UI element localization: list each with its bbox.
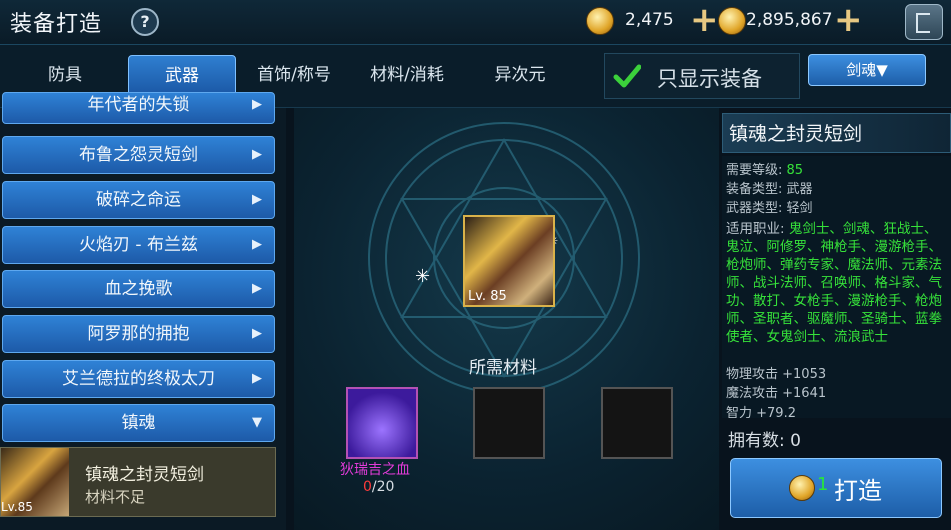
weapon-slot[interactable]: Lv. 85 [463, 215, 555, 307]
weapon-level: Lv. 85 [468, 289, 507, 304]
chevron-right-icon: ▶ [252, 237, 262, 252]
tab-armor[interactable]: 防具 [10, 55, 120, 95]
selected-recipe-item[interactable]: Lv.85 镇魂之封灵短剑 材料不足 [0, 447, 276, 517]
equipment-type: 装备类型: 武器 [726, 182, 813, 197]
help-icon[interactable]: ? [131, 8, 159, 36]
craft-cost: 1 [817, 474, 829, 495]
list-item[interactable]: 艾兰德拉的终极太刀 ▶ [2, 360, 275, 398]
coin-icon [718, 7, 746, 35]
weapon-type: 武器类型: 轻剑 [726, 201, 813, 216]
material-slot-empty [601, 387, 673, 459]
required-materials-label: 所需材料 [469, 358, 537, 378]
top-bar: 装备打造 ? 2,475 + 2,895,867 + [0, 0, 951, 45]
show-only-equipment-toggle[interactable]: 只显示装备 [604, 53, 800, 99]
craft-button-label: 打造 [834, 477, 882, 505]
chevron-right-icon: ▶ [252, 192, 262, 207]
chevron-right-icon: ▶ [252, 281, 262, 296]
gold-coin-icon [586, 7, 614, 35]
tab-material-consumable[interactable]: 材料/消耗 [352, 55, 462, 95]
craft-button[interactable]: 1 打造 [730, 458, 942, 518]
magic-attack: 魔法攻击 +1641 [726, 386, 827, 401]
sparkle-icon: ✳ [415, 266, 431, 287]
item-detail-panel: 需要等级: 85 装备类型: 武器 武器类型: 轻剑 适用职业: 鬼剑士、剑魂、… [722, 156, 951, 418]
chevron-down-icon: ▼ [252, 415, 262, 430]
page-title: 装备打造 [10, 12, 103, 37]
required-level: 需要等级: 85 [726, 163, 804, 178]
coin-amount: 2,895,867 [746, 10, 833, 30]
material-slot-empty [473, 387, 545, 459]
owned-count: 拥有数: 0 [728, 431, 801, 451]
selected-item-status: 材料不足 [85, 488, 146, 506]
selected-item-name: 镇魂之封灵短剑 [85, 465, 204, 485]
weapon-thumbnail: Lv.85 [1, 448, 69, 516]
crafting-area: ✳ ✳ Lv. 85 所需材料 狄瑞吉之血 0/20 [294, 108, 719, 530]
material-slot[interactable] [346, 387, 418, 459]
list-item[interactable]: 血之挽歌 ▶ [2, 270, 275, 308]
tab-weapon[interactable]: 武器 [128, 55, 236, 97]
list-item[interactable]: 年代者的失锁 ▶ [2, 92, 275, 124]
list-item[interactable]: 镇魂 ▼ [2, 404, 275, 442]
list-item[interactable]: 阿罗那的拥抱 ▶ [2, 315, 275, 353]
list-item[interactable]: 布鲁之怨灵短剑 ▶ [2, 136, 275, 174]
physical-attack: 物理攻击 +1053 [726, 367, 827, 382]
coin-icon [789, 475, 815, 501]
chevron-right-icon: ▶ [252, 147, 262, 162]
add-coin-button[interactable]: + [834, 3, 863, 37]
intelligence-stat: 智力 +79.2 [726, 406, 796, 418]
list-item[interactable]: 火焰刃 - 布兰兹 ▶ [2, 226, 275, 264]
chevron-right-icon: ▶ [252, 371, 262, 386]
item-detail-title: 镇魂之封灵短剑 [722, 113, 951, 153]
material-name: 狄瑞吉之血 [340, 462, 410, 478]
add-gold-button[interactable]: + [690, 3, 719, 37]
checkmark-icon [613, 64, 641, 88]
exit-icon[interactable] [905, 4, 943, 40]
list-item[interactable]: 破碎之命运 ▶ [2, 181, 275, 219]
class-dropdown[interactable]: 剑魂▼ [808, 54, 926, 86]
tab-other-dimension[interactable]: 异次元 [470, 55, 570, 95]
applicable-classes: 适用职业: 鬼剑士、剑魂、狂战士、鬼泣、阿修罗、神枪手、漫游枪手、枪炮师、弹药专… [726, 221, 942, 345]
tab-accessory-title[interactable]: 首饰/称号 [240, 55, 348, 95]
gold-amount: 2,475 [625, 10, 674, 30]
chevron-right-icon: ▶ [252, 326, 262, 341]
show-only-equipment-label: 只显示装备 [657, 67, 762, 91]
material-count: 0/20 [363, 479, 395, 495]
item-level: Lv.85 [1, 500, 33, 514]
